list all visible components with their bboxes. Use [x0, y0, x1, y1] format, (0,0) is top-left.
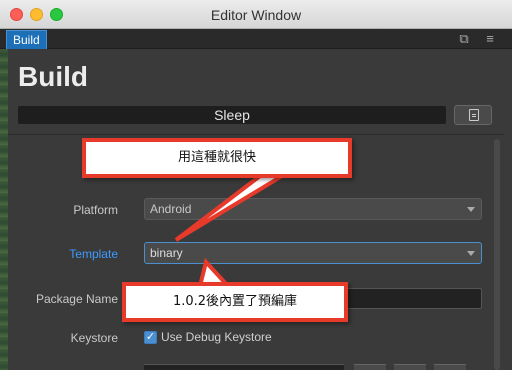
window-title: Editor Window — [210, 7, 302, 23]
menu-icon[interactable]: ≡ — [482, 31, 498, 47]
keystore-browse-button[interactable] — [354, 364, 386, 370]
template-select[interactable]: binary — [144, 242, 482, 264]
divider — [8, 134, 504, 135]
platform-select-value: Android — [150, 202, 192, 216]
open-log-button[interactable] — [454, 105, 492, 125]
panel-scrollbar[interactable] — [494, 139, 500, 370]
chevron-down-icon — [467, 207, 475, 212]
panel-heading: Build — [18, 61, 88, 92]
package-name-label: Package Name — [35, 292, 118, 306]
tab-bar: Build ⧉ ≡ — [0, 29, 512, 49]
keystore-path-input[interactable] — [144, 364, 344, 370]
use-debug-keystore-checkbox[interactable]: ✓ — [144, 331, 157, 344]
annotation-callout-bottom: 1.0.2後內置了預編庫 — [122, 282, 348, 322]
tab-build[interactable]: Build — [6, 30, 47, 49]
title-bar: Editor Window — [0, 0, 512, 29]
popout-icon[interactable]: ⧉ — [456, 31, 472, 47]
chevron-down-icon — [467, 251, 475, 256]
background-scene-strip — [0, 49, 8, 370]
editor-window: Editor Window Build ⧉ ≡ Build Sleep Plat… — [0, 0, 512, 370]
annotation-callout-top: 用這種就很快 — [82, 138, 352, 178]
keystore-open-button[interactable] — [394, 364, 426, 370]
keystore-label: Keystore — [70, 331, 118, 345]
template-label: Template — [69, 247, 118, 261]
scrollbar-thumb[interactable] — [494, 139, 500, 370]
keystore-new-button[interactable] — [434, 364, 466, 370]
build-status-bar: Sleep — [18, 106, 446, 124]
template-select-value: binary — [150, 246, 183, 260]
document-icon — [469, 109, 479, 121]
platform-select[interactable]: Android — [144, 198, 482, 220]
use-debug-keystore-label: Use Debug Keystore — [161, 330, 272, 344]
platform-label: Platform — [73, 203, 118, 217]
